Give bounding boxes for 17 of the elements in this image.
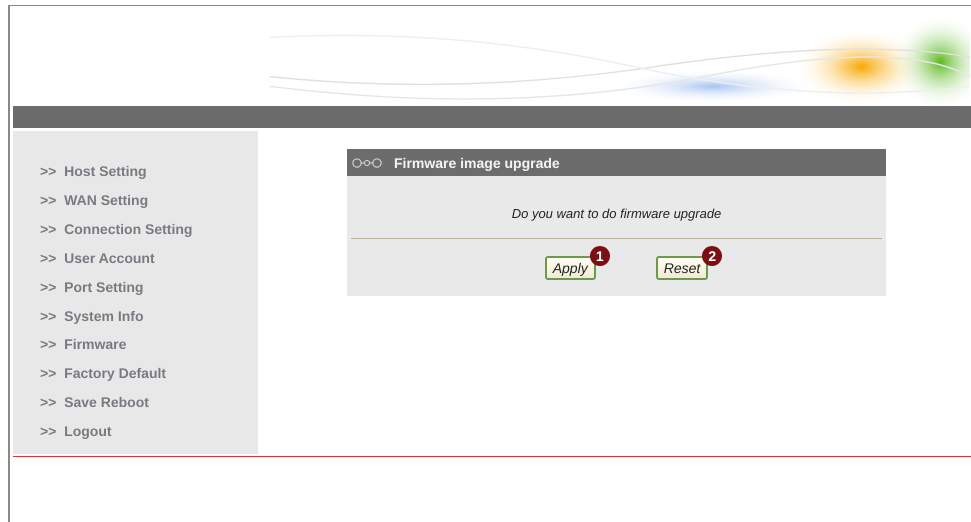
sidebar-link[interactable]: >> Firmware bbox=[13, 334, 258, 364]
sidebar-link[interactable]: >> Save Reboot bbox=[13, 392, 258, 422]
sidebar-link[interactable]: >> Factory Default bbox=[13, 363, 258, 392]
sidebar-link[interactable]: >> Connection Setting bbox=[13, 218, 258, 248]
sidebar-link[interactable]: >> System Info bbox=[13, 306, 258, 334]
chain-icon bbox=[352, 156, 382, 168]
sidebar-link[interactable]: >> WAN Setting bbox=[13, 190, 258, 219]
sidebar-link[interactable]: >> Host Setting bbox=[13, 161, 258, 190]
panel-title: Firmware image upgrade bbox=[394, 154, 560, 170]
confirm-message: Do you want to do firmware upgrade bbox=[510, 206, 722, 221]
step-badge: 1 bbox=[590, 246, 610, 266]
step-badge: 2 bbox=[702, 246, 722, 266]
action-button[interactable]: Apply bbox=[544, 256, 596, 280]
action-button[interactable]: Reset bbox=[656, 256, 708, 280]
sidebar-link[interactable]: >> User Account bbox=[13, 248, 258, 277]
sidebar-link[interactable]: >> Logout bbox=[13, 421, 258, 450]
sidebar-link[interactable]: >> Port Setting bbox=[13, 276, 258, 306]
